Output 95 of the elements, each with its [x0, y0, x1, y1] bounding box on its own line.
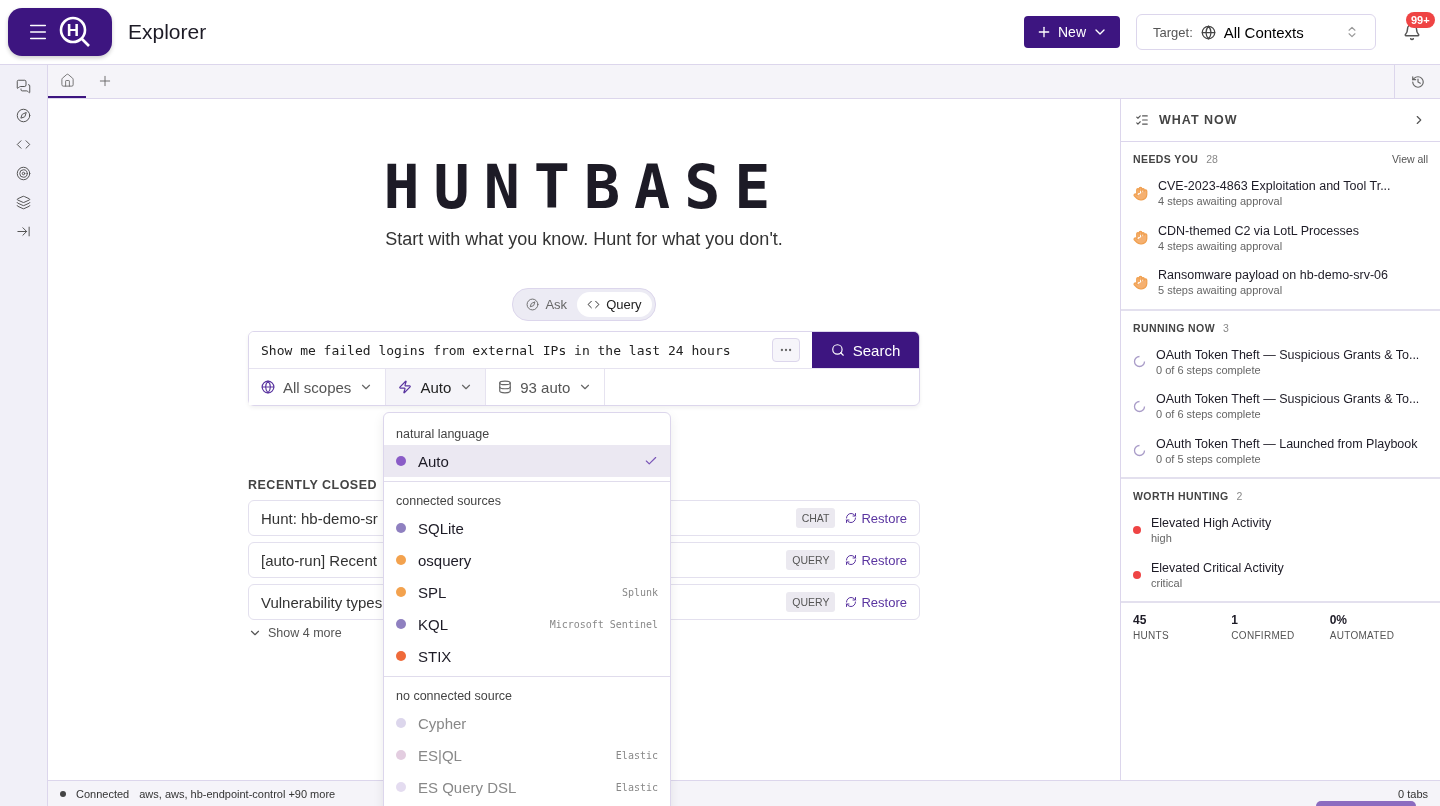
- panel-title: WHAT NOW: [1159, 113, 1239, 127]
- show-more-button[interactable]: Show 4 more: [248, 626, 342, 640]
- menu-item[interactable]: SQLite: [384, 512, 670, 544]
- section-count: 2: [1236, 490, 1243, 502]
- restore-button[interactable]: Restore: [845, 510, 907, 526]
- refresh-icon: [845, 596, 858, 608]
- item-subtitle: 0 of 6 steps complete: [1156, 408, 1262, 421]
- hand-icon: [1133, 185, 1148, 201]
- restore-button[interactable]: Restore: [845, 552, 907, 568]
- page-title: Explorer: [128, 20, 207, 44]
- refresh-icon: [845, 554, 858, 566]
- bolt-icon: [398, 380, 413, 394]
- database-icon: [498, 380, 513, 394]
- history-icon: [1410, 74, 1425, 89]
- closed-tab-title: Hunt: hb-demo-sr: [261, 509, 378, 527]
- stat-value: 1: [1231, 613, 1239, 627]
- menu-item[interactable]: osquery: [384, 544, 670, 576]
- section-title: RUNNING NOW: [1133, 321, 1215, 334]
- item-subtitle: critical: [1151, 576, 1184, 589]
- tab-count: 0 tabs: [1398, 787, 1428, 800]
- mode-option[interactable]: Query: [577, 292, 652, 317]
- tagline: Start with what you know. Hunt for what you don't.: [385, 229, 783, 250]
- item-title[interactable]: OAuth Token Theft — Suspicious Grants & To...: [1156, 347, 1420, 362]
- collapse-icon[interactable]: [16, 224, 31, 239]
- item-subtitle: high: [1151, 532, 1173, 545]
- filter-dropdown[interactable]: 93 auto: [486, 369, 606, 405]
- target-selector[interactable]: Target: All Contexts: [1136, 14, 1376, 50]
- item-title[interactable]: Ransomware payload on hb-demo-srv-06: [1158, 268, 1388, 283]
- plus-icon: [1036, 24, 1052, 40]
- context-list: aws, aws, hb-endpoint-control +90 more: [139, 787, 336, 800]
- stat-label: CONFIRMED: [1231, 630, 1296, 641]
- section-title: WORTH HUNTING: [1133, 490, 1229, 502]
- check-icon: [644, 454, 658, 468]
- item-title[interactable]: CVE-2023-4863 Exploitation and Tool Tr...: [1158, 179, 1391, 194]
- query-field[interactable]: Show me failed logins from external IPs in the last 24 hours Search: [249, 332, 919, 369]
- menu-section-title: no connected source: [395, 688, 514, 705]
- item-subtitle: 0 of 5 steps complete: [1156, 452, 1262, 465]
- menu-section-title: natural language: [395, 426, 491, 443]
- section-count: 28: [1206, 153, 1218, 165]
- section-title: NEEDS YOU: [1133, 153, 1199, 165]
- chat-icon[interactable]: [16, 79, 31, 94]
- refresh-icon: [845, 512, 858, 524]
- checklist-icon: [1135, 113, 1149, 127]
- item-title[interactable]: Elevated High Activity: [1151, 516, 1272, 531]
- stat-value: 0%: [1329, 613, 1348, 627]
- item-subtitle: 4 steps awaiting approval: [1158, 195, 1284, 208]
- restore-button[interactable]: Restore: [845, 594, 907, 610]
- menu-logo-button[interactable]: H: [8, 8, 112, 56]
- stat-label: AUTOMATED: [1329, 630, 1396, 641]
- globe-icon: [1200, 24, 1216, 40]
- menu-item[interactable]: SPL Splunk: [384, 576, 670, 608]
- spinner-icon: [1133, 444, 1146, 458]
- code-icon: [587, 298, 601, 311]
- type-tag: CHAT: [795, 508, 836, 528]
- connection-status: Connected: [76, 787, 130, 800]
- item-subtitle: 5 steps awaiting approval: [1158, 284, 1284, 297]
- search-button[interactable]: Search: [812, 332, 919, 368]
- view-all-link[interactable]: View all: [1392, 153, 1428, 165]
- home-icon: [59, 73, 75, 88]
- bell-icon[interactable]: [1403, 23, 1421, 41]
- search-icon: [830, 343, 845, 357]
- new-button[interactable]: New: [1024, 16, 1120, 48]
- closed-tab-title: [auto-run] Recent: [261, 551, 377, 569]
- compass-icon: [526, 298, 540, 311]
- compass-icon[interactable]: [16, 108, 31, 123]
- stat-value: 45: [1133, 613, 1148, 627]
- target-icon[interactable]: [16, 166, 31, 181]
- item-subtitle: 0 of 6 steps complete: [1156, 363, 1262, 376]
- mode-option[interactable]: Ask: [516, 292, 578, 317]
- notification-badge: 99+: [1406, 12, 1435, 28]
- spinner-icon: [1133, 355, 1146, 369]
- spinner-icon: [1133, 399, 1146, 413]
- item-title[interactable]: OAuth Token Theft — Suspicious Grants & To...: [1156, 392, 1420, 407]
- item-subtitle: 4 steps awaiting approval: [1158, 239, 1284, 252]
- stat-label: HUNTS: [1133, 630, 1170, 641]
- menu-section-title: connected sources: [395, 493, 502, 510]
- hand-icon: [1133, 274, 1148, 290]
- menu-item[interactable]: Auto: [384, 445, 670, 477]
- item-title[interactable]: CDN-themed C2 via LotL Processes: [1158, 223, 1359, 238]
- menu-item[interactable]: KQL Microsoft Sentinel: [384, 608, 670, 640]
- filter-dropdown[interactable]: Auto: [386, 369, 487, 405]
- section-count: 3: [1223, 321, 1229, 334]
- item-title[interactable]: OAuth Token Theft — Launched from Playbook: [1156, 436, 1418, 451]
- type-tag: QUERY: [786, 592, 836, 612]
- item-title[interactable]: Elevated Critical Activity: [1151, 560, 1284, 575]
- section-title: RECENTLY CLOSED: [248, 478, 379, 492]
- globe-icon: [261, 380, 275, 394]
- closed-tab-title: Vulnerability types: [261, 593, 383, 611]
- filter-dropdown[interactable]: All scopes: [249, 369, 387, 405]
- hand-icon: [1133, 230, 1148, 246]
- layers-icon[interactable]: [16, 195, 31, 210]
- menu-item[interactable]: STIX: [384, 640, 670, 672]
- huntbase-wordmark: HUNTBASE: [383, 157, 785, 217]
- type-tag: QUERY: [786, 550, 836, 570]
- code-icon[interactable]: [16, 137, 31, 152]
